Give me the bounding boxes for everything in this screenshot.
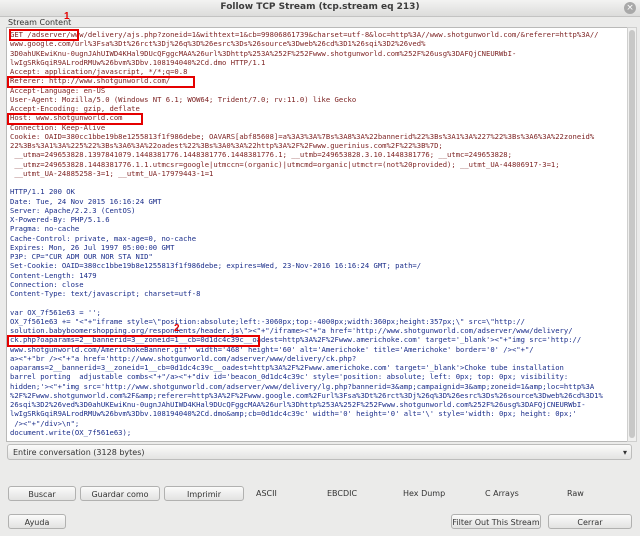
format-radio-raw[interactable]: Raw	[567, 489, 584, 498]
vertical-scrollbar[interactable]	[627, 27, 637, 442]
request-line: www.google.com/url%3Fsa%3Dt%26rct%3Dj%26…	[10, 39, 426, 49]
annotation-box-get-adserver	[9, 29, 79, 41]
response-line: document.write(OX_7f561e63);	[10, 427, 132, 437]
request-line: 22%3Bs%3A1%3A%225%22%3Bs%3A6%3A%22oadest…	[10, 141, 443, 150]
save-as-button[interactable]: Guardar como	[80, 486, 160, 501]
conversation-select-value: Entire conversation (3128 bytes)	[13, 448, 145, 457]
window-title: Follow TCP Stream (tcp.stream eq 213)	[220, 2, 420, 12]
request-line: __utma=249653828.1397841079.1448381776.1…	[10, 150, 512, 160]
response-line: X-Powered-By: PHP/5.1.6	[10, 215, 110, 224]
request-line: __utmt_UA-24885258-3=1; __utmt_UA-179794…	[10, 168, 214, 178]
response-line: Content-Type: text/javascript; charset=u…	[10, 289, 201, 298]
response-line: P3P: CP="CUR ADM OUR NOR STA NID"	[10, 252, 153, 261]
title-bar[interactable]: Follow TCP Stream (tcp.stream eq 213) ×	[0, 0, 640, 17]
request-line: GET /adserver/www/delivery/ajs.php?zonei…	[10, 30, 599, 39]
response-line: Content-Length: 1479	[10, 270, 97, 280]
response-line: var OX_7f561e63 = '';	[10, 307, 101, 317]
stream-content-textarea[interactable]: GET /adserver/www/delivery/ajs.php?zonei…	[6, 27, 628, 442]
annotation-marker-1: 1	[64, 11, 70, 22]
response-line: HTTP/1.1 200 OK	[10, 187, 75, 197]
close-window-icon[interactable]: ×	[624, 2, 636, 14]
request-line: lwIgSRkGqiR9ALrodRMUw%26bvm%3Dbv.1081940…	[10, 57, 266, 67]
response-line: Connection: close	[10, 279, 84, 289]
format-radio-c-arrays[interactable]: C Arrays	[485, 489, 519, 498]
response-line: hidden;'><"+"img src='http://www.shotgun…	[10, 381, 595, 391]
radio-hex-dump-label: Hex Dump	[403, 489, 446, 498]
request-line: Accept-Encoding: gzip, deflate	[10, 104, 140, 113]
annotation-box-host	[7, 113, 143, 125]
annotation-box-referer	[7, 76, 195, 88]
follow-tcp-stream-window: Follow TCP Stream (tcp.stream eq 213) × …	[0, 0, 640, 536]
stream-separator	[10, 178, 622, 187]
chevron-down-icon: ▾	[622, 448, 627, 457]
response-line: %2F%2Fwww.shotgunworld.com%2F&amp;refere…	[10, 390, 603, 400]
print-button[interactable]: Imprimir	[164, 486, 244, 501]
annotation-marker-2: 2	[174, 323, 180, 334]
request-line: Cookie: OAID=380cc1bbe19b8e1255813f1f986…	[10, 131, 595, 141]
response-line: Set-Cookie: OAID=380cc1bbe19b8e1255813f1…	[10, 261, 422, 271]
response-line: /><"+"/div>\n";	[10, 418, 80, 428]
response-line: Pragma: no-cache	[10, 224, 80, 234]
response-line: Date: Tue, 24 Nov 2015 16:16:24 GMT	[10, 196, 162, 206]
request-line: 3D0ahUKEwiKnu-0ugnJAhUIWD4KHal9DUcQFggcM…	[10, 48, 517, 58]
request-line: User-Agent: Mozilla/5.0 (Windows NT 6.1;…	[10, 94, 357, 104]
response-line: Cache-Control: private, max-age=0, no-ca…	[10, 233, 197, 243]
request-line: Accept: application/javascript, */*;q=0.…	[10, 67, 188, 76]
response-line: OX_7f561e63 += "<"+"iframe style=\"posit…	[10, 316, 525, 326]
response-line	[10, 298, 622, 307]
radio-raw-label: Raw	[567, 489, 584, 498]
response-line: barrel porting adjustable combs<"+"/a><"…	[10, 372, 569, 382]
response-line: Expires: Mon, 26 Jul 1997 05:00:00 GMT	[10, 242, 175, 252]
request-line: __utmz=249653828.1448381776.1.1.utmcsr=g…	[10, 159, 560, 169]
response-line: 26sqi%3D2%26ved%3D0ahUKEwiKnu-0ugnJAhUIW…	[10, 400, 586, 409]
response-line: lwIgSRkGqiR9ALrodRMUw%26bvm%3Dbv.1081940…	[10, 409, 577, 419]
format-radio-ascii[interactable]: ASCII	[256, 489, 277, 498]
format-radio-ebcdic[interactable]: EBCDIC	[327, 489, 357, 498]
response-line: solution.babyboomershopping.org/responde…	[10, 326, 573, 335]
stream-text: GET /adserver/www/delivery/ajs.php?zonei…	[10, 30, 622, 437]
response-line: a><"+"br /><"+"a href='http://www.shotgu…	[10, 353, 357, 363]
response-line: Server: Apache/2.2.3 (CentOS)	[10, 205, 136, 215]
annotation-box-header-js	[7, 335, 260, 347]
stream-content-label: Stream Content	[8, 18, 72, 27]
format-radio-hex-dump[interactable]: Hex Dump	[403, 489, 445, 498]
radio-c-arrays-label: C Arrays	[485, 489, 519, 498]
response-line: oaparams=2__bannerid=3__zoneid=1__cb=0d1…	[10, 363, 564, 372]
help-button[interactable]: Ayuda	[8, 514, 66, 529]
close-button[interactable]: Cerrar	[548, 514, 632, 529]
filter-out-stream-button[interactable]: Filter Out This Stream	[451, 514, 541, 529]
scrollbar-thumb[interactable]	[629, 30, 635, 438]
conversation-select[interactable]: Entire conversation (3128 bytes) ▾	[7, 444, 632, 460]
find-button[interactable]: Buscar	[8, 486, 76, 501]
radio-ebcdic-label: EBCDIC	[327, 489, 358, 498]
radio-ascii-label: ASCII	[256, 489, 277, 498]
